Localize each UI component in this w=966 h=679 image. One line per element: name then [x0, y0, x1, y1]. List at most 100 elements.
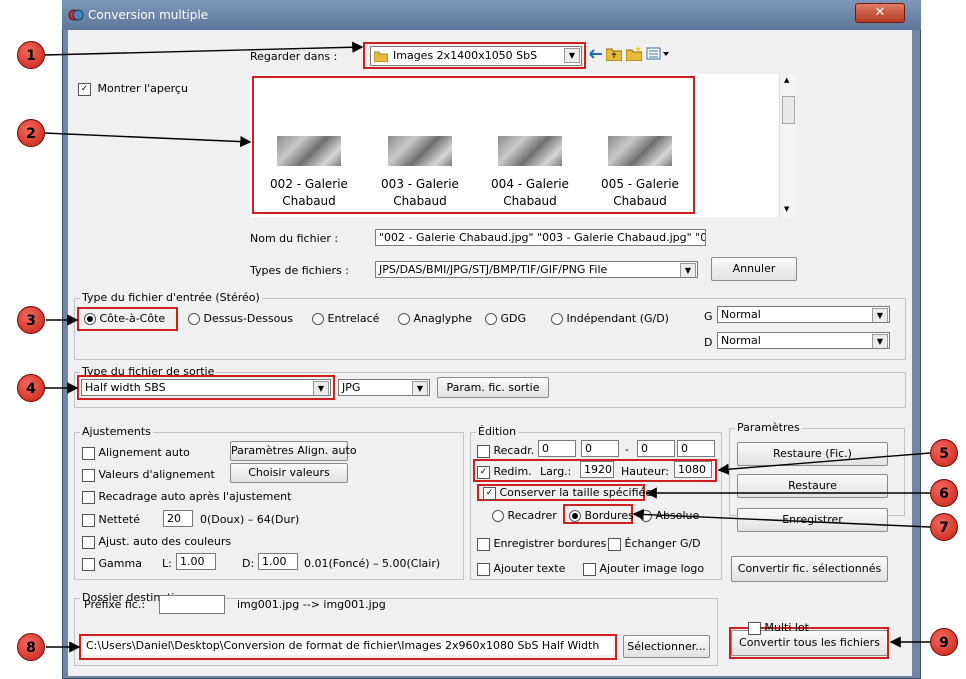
radio-label: Anaglyphe — [413, 312, 473, 325]
chevron-down-icon[interactable]: ▼ — [680, 263, 696, 277]
convert-selected-button[interactable]: Convertir fic. sélectionnés — [731, 556, 888, 582]
align-values-checkbox[interactable]: Valeurs d'alignement — [82, 468, 215, 482]
check-box[interactable] — [477, 537, 490, 551]
output-params-button[interactable]: Param. fic. sortie — [437, 377, 549, 398]
recadr-input-2[interactable]: 0 — [581, 440, 619, 457]
height-input[interactable]: 1080 — [674, 461, 712, 478]
sharpness-input[interactable]: 20 — [163, 510, 193, 527]
radio-bordures[interactable]: Bordures — [569, 509, 634, 522]
radio-dot[interactable] — [492, 510, 504, 522]
filetypes-combo[interactable]: JPS/DAS/BMI/JPG/STJ/BMP/TIF/GIF/PNG File… — [375, 261, 698, 278]
d-combo[interactable]: Normal ▼ — [717, 332, 890, 349]
radio-gdg[interactable]: GDG — [485, 312, 526, 325]
check-box[interactable] — [477, 562, 490, 576]
chevron-down-icon[interactable]: ▼ — [412, 381, 428, 395]
width-input[interactable]: 1920 — [580, 461, 614, 478]
auto-align-checkbox[interactable]: Alignement auto — [82, 446, 190, 460]
view-menu-icon[interactable] — [646, 46, 672, 61]
restore-file-button[interactable]: Restaure (Fic.) — [737, 442, 888, 466]
radio-label: Entrelacé — [327, 312, 380, 325]
radio-top-bottom[interactable]: Dessus-Dessous — [188, 312, 293, 325]
thumbnail-item[interactable]: 004 - Galerie Chabaud — [480, 136, 580, 210]
check-box[interactable] — [748, 621, 761, 635]
check-box[interactable] — [82, 535, 95, 549]
choose-values-button[interactable]: Choisir valeurs — [230, 463, 348, 483]
recadr-checkbox[interactable]: Recadr. — [477, 444, 534, 458]
g-combo[interactable]: Normal ▼ — [717, 306, 890, 323]
recadr-input-1[interactable]: 0 — [538, 440, 576, 457]
recadr-input-4[interactable]: 0 — [677, 440, 715, 457]
keep-size-checkbox[interactable]: ✓ Conserver la taille spécifiée — [483, 486, 652, 500]
check-box[interactable] — [583, 562, 596, 576]
chevron-down-icon[interactable]: ▼ — [872, 334, 888, 348]
radio-dot[interactable] — [569, 510, 581, 522]
scroll-thumb[interactable] — [782, 96, 795, 124]
thumbnail-item[interactable]: 002 - Galerie Chabaud — [259, 136, 359, 210]
check-box[interactable] — [82, 468, 95, 482]
redim-checkbox[interactable]: ✓ Redim. — [477, 465, 532, 479]
select-folder-button[interactable]: Sélectionner... — [623, 635, 710, 658]
check-box[interactable] — [477, 444, 490, 458]
cancel-button[interactable]: Annuler — [711, 257, 797, 281]
swap-lr-checkbox[interactable]: Échanger G/D — [608, 537, 701, 551]
restore-button[interactable]: Restaure — [737, 474, 888, 498]
gamma-l-input[interactable]: 1.00 — [176, 553, 216, 570]
thumbnail-image[interactable] — [277, 136, 341, 166]
thumbnail-image[interactable] — [498, 136, 562, 166]
radio-recadrer[interactable]: Recadrer — [492, 509, 557, 522]
back-arrow-icon[interactable] — [589, 47, 603, 61]
radio-dot[interactable] — [188, 313, 200, 325]
check-box[interactable]: ✓ — [477, 465, 490, 479]
filename-input[interactable]: "002 - Galerie Chabaud.jpg" "003 - Galer… — [375, 229, 706, 246]
auto-align-params-button[interactable]: Paramètres Align. auto — [230, 441, 357, 461]
folder-up-icon[interactable] — [606, 46, 622, 61]
sharpness-checkbox[interactable]: Netteté — [82, 513, 140, 527]
check-box[interactable] — [82, 446, 95, 460]
check-box[interactable]: ✓ — [483, 486, 496, 500]
radio-side-by-side[interactable]: Côte-à-Côte — [84, 312, 165, 325]
radio-independent[interactable]: Indépendant (G/D) — [551, 312, 669, 325]
output-ext-combo[interactable]: JPG ▼ — [338, 379, 430, 396]
close-button[interactable]: ✕ — [855, 3, 905, 23]
new-folder-icon[interactable] — [626, 46, 642, 61]
radio-dot[interactable] — [84, 313, 96, 325]
callout-7: 7 — [930, 513, 958, 541]
radio-dot[interactable] — [398, 313, 410, 325]
thumbnail-item[interactable]: 005 - Galerie Chabaud — [590, 136, 690, 210]
gamma-checkbox[interactable]: Gamma — [82, 557, 142, 571]
gamma-d-input[interactable]: 1.00 — [258, 553, 298, 570]
check-box[interactable] — [82, 513, 95, 527]
show-preview-checkbox[interactable]: ✓ Montrer l'aperçu — [78, 82, 188, 96]
radio-dot[interactable] — [312, 313, 324, 325]
thumbnail-image[interactable] — [388, 136, 452, 166]
radio-absolue[interactable]: Absolue — [640, 509, 699, 522]
radio-dot[interactable] — [485, 313, 497, 325]
save-borders-checkbox[interactable]: Enregistrer bordures — [477, 537, 606, 551]
prefix-input[interactable] — [159, 595, 225, 614]
thumbnail-scrollbar[interactable]: ▲ ▼ — [779, 74, 796, 217]
chevron-down-icon[interactable]: ▼ — [872, 308, 888, 322]
save-button[interactable]: Enregistrer — [737, 508, 888, 532]
radio-dot[interactable] — [640, 510, 652, 522]
destination-path-input[interactable]: C:\Users\Daniel\Desktop\Conversion de fo… — [83, 638, 613, 655]
radio-interlaced[interactable]: Entrelacé — [312, 312, 379, 325]
scroll-up-icon[interactable]: ▲ — [784, 76, 789, 84]
add-text-checkbox[interactable]: Ajouter texte — [477, 562, 565, 576]
multi-batch-checkbox[interactable]: Multi lot — [748, 621, 809, 635]
check-box[interactable] — [608, 537, 621, 551]
auto-color-checkbox[interactable]: Ajust. auto des couleurs — [82, 535, 231, 549]
add-logo-checkbox[interactable]: Ajouter image logo — [583, 562, 704, 576]
thumbnail-label-2: Chabaud — [503, 194, 557, 208]
thumbnail-image[interactable] — [608, 136, 672, 166]
recadr-input-3[interactable]: 0 — [637, 440, 675, 457]
adjustments-title: Ajustements — [80, 425, 153, 438]
check-box[interactable] — [82, 557, 95, 571]
scroll-down-icon[interactable]: ▼ — [784, 205, 789, 213]
show-preview-check[interactable]: ✓ — [78, 82, 91, 96]
radio-dot[interactable] — [551, 313, 563, 325]
g-label: G — [704, 310, 713, 323]
check-box[interactable] — [82, 490, 95, 504]
auto-crop-checkbox[interactable]: Recadrage auto après l'ajustement — [82, 490, 291, 504]
thumbnail-item[interactable]: 003 - Galerie Chabaud — [370, 136, 470, 210]
radio-anaglyph[interactable]: Anaglyphe — [398, 312, 472, 325]
